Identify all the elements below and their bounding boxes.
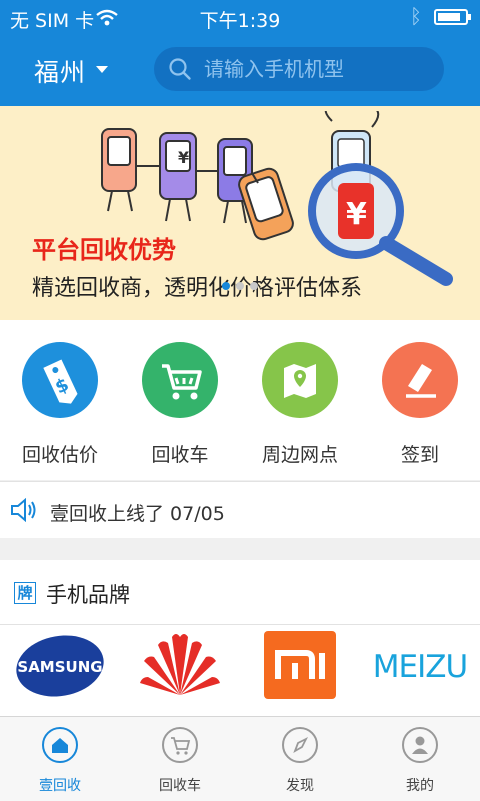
- brand-xiaomi[interactable]: 小米: [240, 625, 360, 720]
- action-check-in[interactable]: 签到: [360, 320, 480, 480]
- svg-text:¥: ¥: [178, 148, 189, 167]
- brand-samsung[interactable]: SAMSUNG 三星: [0, 625, 120, 720]
- app-header: 福州: [0, 36, 480, 106]
- brand-meizu[interactable]: MEIZU 魅族: [360, 625, 480, 720]
- battery-icon: [434, 9, 468, 25]
- tab-label: 回收车: [159, 778, 201, 794]
- tab-cart[interactable]: 回收车: [120, 717, 240, 801]
- carousel-dot[interactable]: [222, 282, 230, 290]
- carousel-dot[interactable]: [250, 282, 258, 290]
- banner-subtitle: 精选回收商，透明化价格评估体系: [32, 276, 363, 301]
- carousel-indicator: [222, 282, 258, 290]
- battery-level: [438, 13, 460, 21]
- banner-title: 平台回收优势: [32, 236, 176, 264]
- clock: 下午1:39: [199, 10, 281, 32]
- caret-down-icon[interactable]: [96, 66, 108, 73]
- battery-tip: [468, 14, 471, 20]
- speaker-icon: [11, 498, 36, 522]
- compass-icon: [282, 727, 318, 763]
- user-icon: [402, 727, 438, 763]
- carousel-dot[interactable]: [236, 282, 244, 290]
- status-bar: 无 SIM 卡 下午1:39 ᛒ: [0, 0, 480, 36]
- eraser-icon: [382, 342, 458, 418]
- tab-label: 我的: [406, 778, 434, 794]
- action-nearby-stores[interactable]: 周边网点: [240, 320, 360, 480]
- svg-text:¥: ¥: [346, 197, 367, 232]
- action-label: 周边网点: [261, 444, 338, 466]
- meizu-logo: MEIZU: [373, 649, 468, 685]
- tab-profile[interactable]: 我的: [360, 717, 480, 801]
- meizu-logo-text: MEIZU: [373, 649, 467, 685]
- tab-label: 发现: [286, 778, 314, 794]
- action-label: 回收车: [151, 444, 209, 466]
- bottom-tab-bar: 壹回收 回收车 发现 我的: [0, 716, 480, 801]
- bluetooth-icon: ᛒ: [410, 4, 422, 28]
- promo-banner[interactable]: ¥ ¥ 平台回收优势 精选回收商，透明化价格评估体系: [0, 106, 480, 320]
- tab-discover[interactable]: 发现: [240, 717, 360, 801]
- tab-home[interactable]: 壹回收: [0, 717, 120, 801]
- brand-section-title: 手机品牌: [46, 583, 130, 607]
- samsung-logo-text: SAMSUNG: [17, 658, 102, 676]
- map-pin-icon: [262, 342, 338, 418]
- home-icon: [42, 727, 78, 763]
- tab-label: 壹回收: [39, 778, 81, 794]
- cart-icon: [142, 342, 218, 418]
- samsung-logo: SAMSUNG: [16, 635, 104, 697]
- action-price-estimate[interactable]: $ 回收估价: [0, 320, 120, 480]
- cart-icon: [162, 727, 198, 763]
- action-label: 回收估价: [21, 444, 98, 466]
- xiaomi-logo: [264, 631, 336, 699]
- brand-list: SAMSUNG 三星 华为 小米 MEI: [0, 625, 480, 720]
- quick-actions: $ 回收估价 回收车 周边网点 签到: [0, 320, 480, 480]
- action-recycle-cart[interactable]: 回收车: [120, 320, 240, 480]
- notice-bar[interactable]: 壹回收上线了 07/05: [0, 481, 480, 538]
- brand-badge-icon: 牌: [14, 582, 36, 604]
- search-icon: [169, 58, 191, 80]
- price-tag-icon: $: [22, 342, 98, 418]
- notice-text: 壹回收上线了 07/05: [50, 503, 225, 525]
- huawei-logo: [140, 634, 220, 695]
- city-selector[interactable]: 福州: [34, 53, 86, 89]
- action-label: 签到: [400, 444, 439, 466]
- brand-section-header: 牌 手机品牌: [0, 560, 480, 625]
- search-input[interactable]: [204, 47, 434, 91]
- brand-huawei[interactable]: 华为: [120, 625, 240, 720]
- search-bar[interactable]: [154, 47, 444, 91]
